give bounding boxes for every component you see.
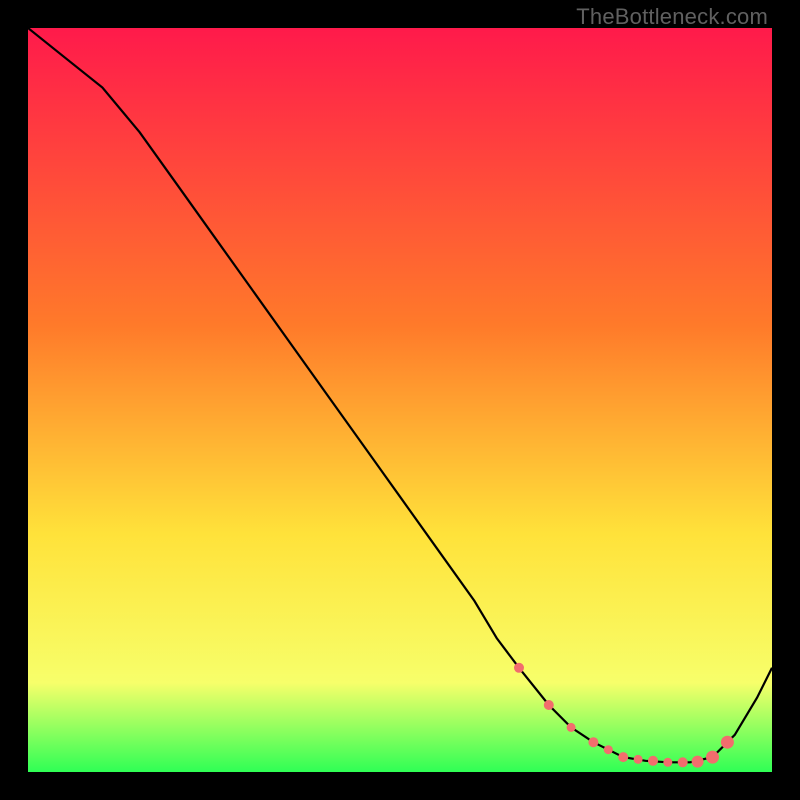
marker-point (648, 756, 658, 766)
marker-point (604, 745, 613, 754)
marker-point (692, 756, 704, 768)
marker-point (567, 723, 576, 732)
marker-point (706, 751, 719, 764)
marker-point (634, 755, 643, 764)
watermark-text: TheBottleneck.com (576, 4, 768, 30)
marker-point (618, 752, 628, 762)
marker-point (544, 700, 554, 710)
marker-point (721, 736, 734, 749)
chart-frame (28, 28, 772, 772)
bottleneck-chart (28, 28, 772, 772)
marker-point (663, 758, 672, 767)
marker-point (588, 737, 598, 747)
marker-point (514, 663, 524, 673)
marker-point (678, 757, 688, 767)
gradient-backdrop (28, 28, 772, 772)
